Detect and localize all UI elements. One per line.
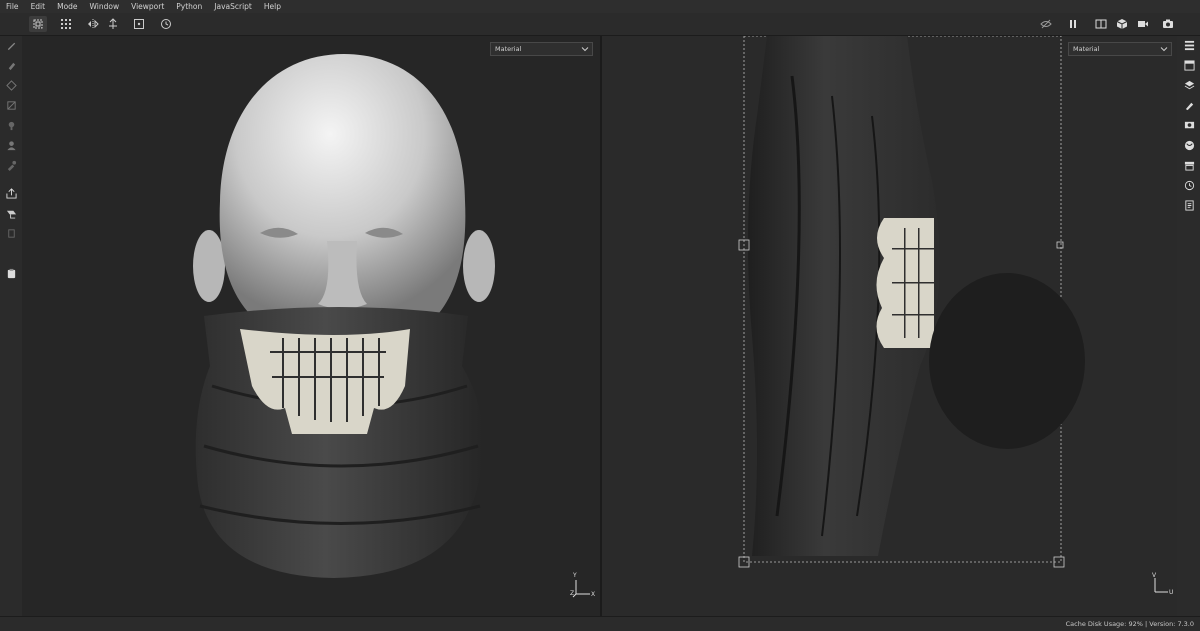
camera-video-icon[interactable] (1134, 16, 1152, 32)
transform-icon[interactable] (104, 16, 122, 32)
clone-icon[interactable] (4, 138, 18, 152)
history-icon[interactable] (157, 16, 175, 32)
shelf-icon[interactable] (1182, 158, 1196, 172)
axis-label-u: U (1169, 589, 1174, 596)
axis-label-x: X (591, 591, 596, 598)
menu-mode[interactable]: Mode (51, 2, 83, 11)
menu-javascript[interactable]: JavaScript (208, 2, 258, 11)
layers-icon[interactable] (1182, 78, 1196, 92)
color-picker-icon[interactable] (4, 158, 18, 172)
top-toolbar (0, 13, 1200, 36)
projection-icon[interactable] (4, 78, 18, 92)
polyfill-icon[interactable] (4, 98, 18, 112)
chevron-down-icon (1160, 47, 1168, 52)
chevron-down-icon (581, 47, 589, 52)
texture-set-list-icon[interactable] (1182, 38, 1196, 52)
material-dropdown-2d[interactable]: Material (1068, 42, 1172, 56)
menu-help[interactable]: Help (258, 2, 287, 11)
version-value: 7.3.0 (1177, 620, 1194, 628)
axis-gizmo-2d: V U (1150, 572, 1176, 598)
axis-label-v: V (1152, 572, 1157, 579)
bake-icon[interactable] (4, 206, 18, 220)
hide-icon[interactable] (1037, 16, 1055, 32)
axis-label-y: Y (573, 572, 577, 579)
eraser-icon[interactable] (4, 58, 18, 72)
export-icon[interactable] (4, 186, 18, 200)
viewport-2d-uv[interactable]: Material V U (602, 36, 1177, 616)
right-panel-bar (1177, 36, 1200, 616)
paint-brush-icon[interactable] (4, 38, 18, 52)
status-bar: Cache Disk Usage: 92% | Version: 7.3.0 (0, 616, 1200, 631)
cube-icon[interactable] (1113, 16, 1131, 32)
grid-tiles-icon[interactable] (57, 16, 75, 32)
symmetry-icon[interactable] (84, 16, 102, 32)
frame-icon[interactable] (130, 16, 148, 32)
cache-value: 92% (1128, 620, 1143, 628)
fill-icon[interactable] (4, 226, 18, 240)
material-dropdown-3d[interactable]: Material (490, 42, 593, 56)
split-view-icon[interactable] (1092, 16, 1110, 32)
material-dropdown-label: Material (495, 45, 522, 53)
status-separator: | (1145, 620, 1148, 628)
screenshot-icon[interactable] (1159, 16, 1177, 32)
menu-edit[interactable]: Edit (25, 2, 52, 11)
brush-properties-icon[interactable] (1182, 98, 1196, 112)
viewport-3d[interactable]: Material Y Z X (22, 36, 600, 616)
uv-texture-render (738, 36, 1085, 568)
shader-settings-icon[interactable] (1182, 138, 1196, 152)
material-dropdown-label: Material (1073, 45, 1100, 53)
left-tool-bar (0, 36, 22, 616)
cache-label: Cache Disk Usage: (1065, 620, 1127, 628)
axis-label-z: Z (570, 590, 575, 597)
menu-file[interactable]: File (0, 2, 25, 11)
version-label: Version: (1149, 620, 1176, 628)
menu-viewport[interactable]: Viewport (125, 2, 170, 11)
clipboard-icon[interactable] (4, 266, 18, 280)
display-settings-icon[interactable] (1182, 118, 1196, 132)
smudge-icon[interactable] (4, 118, 18, 132)
status-text: Cache Disk Usage: 92% | Version: 7.3.0 (1066, 620, 1194, 628)
log-icon[interactable] (1182, 198, 1196, 212)
pause-icon[interactable] (1064, 16, 1082, 32)
axis-gizmo-3d: Y Z X (570, 572, 598, 600)
history-panel-icon[interactable] (1182, 178, 1196, 192)
texture-set-settings-icon[interactable] (1182, 58, 1196, 72)
head-model-render (193, 54, 495, 578)
menu-bar: File Edit Mode Window Viewport Python Ja… (0, 0, 1200, 13)
menu-python[interactable]: Python (170, 2, 208, 11)
uv-selection-icon[interactable] (29, 16, 47, 32)
menu-window[interactable]: Window (84, 2, 126, 11)
